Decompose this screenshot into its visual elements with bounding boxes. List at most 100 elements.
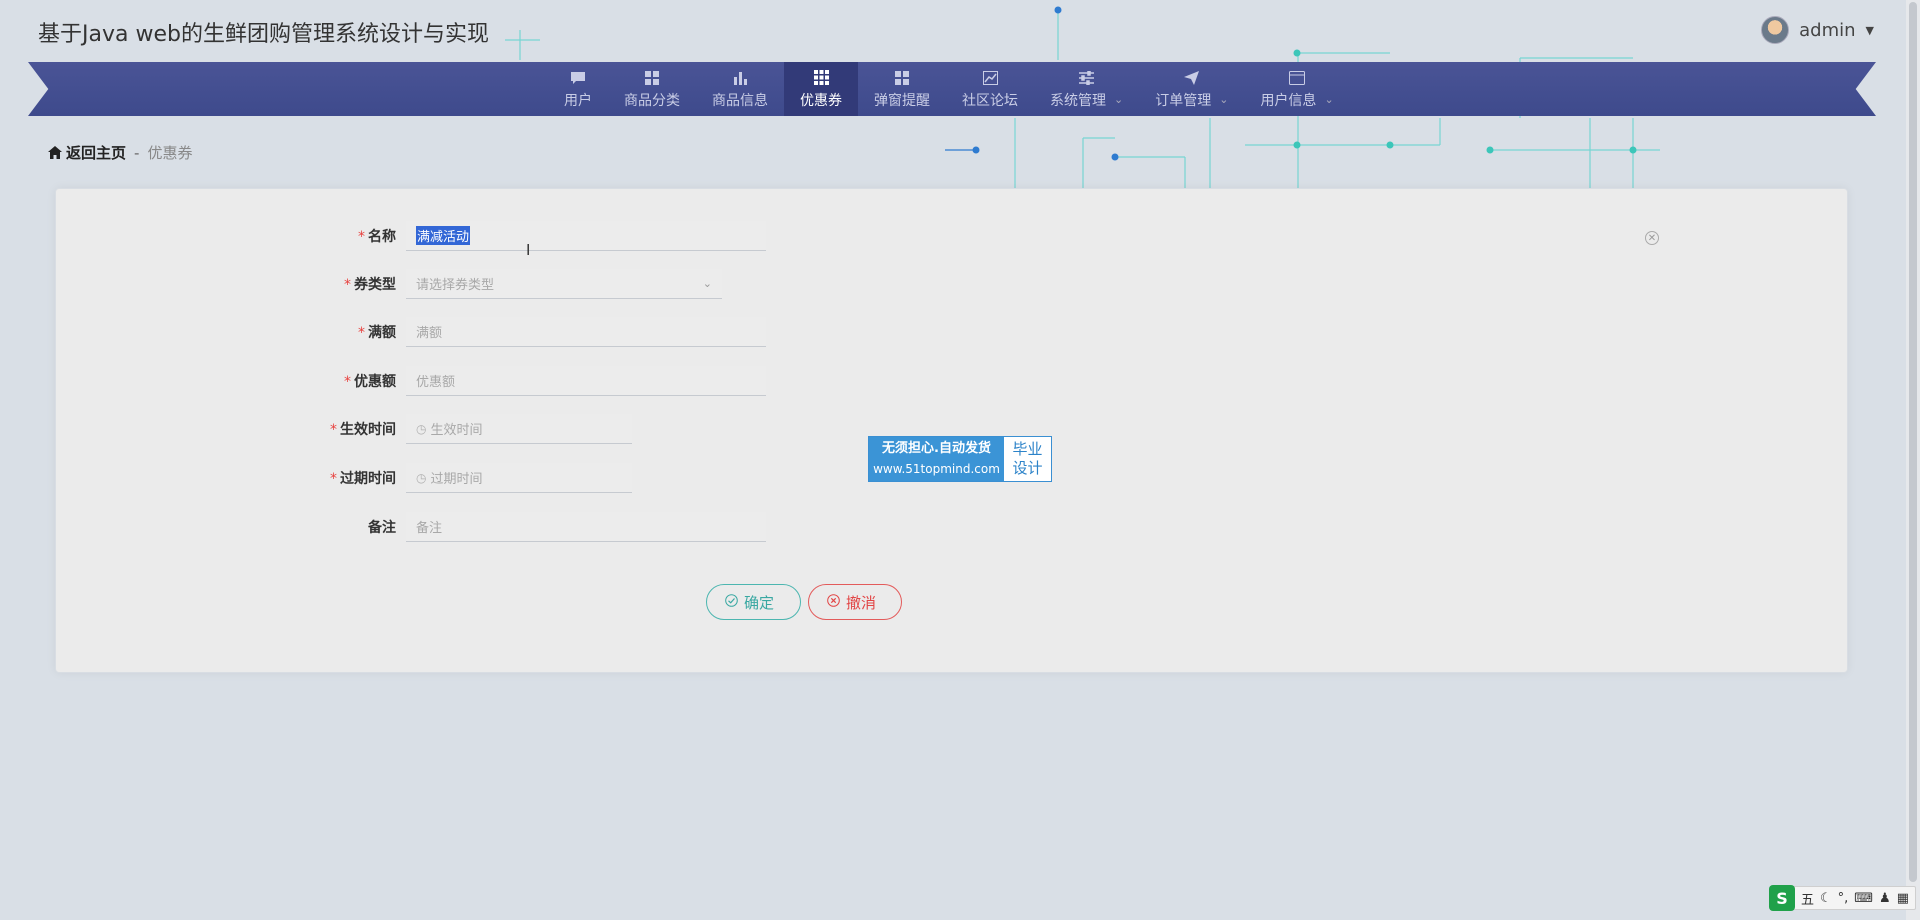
line-chart-icon <box>981 69 999 87</box>
watermark-right: 毕业 设计 <box>1004 437 1051 481</box>
coupon-type-select[interactable]: 请选择券类型 ⌄ <box>406 269 722 299</box>
discount-input[interactable]: 优惠额 <box>406 366 766 396</box>
coupon-type-placeholder: 请选择券类型 <box>416 278 495 293</box>
required-mark: * <box>330 422 337 438</box>
apps-icon[interactable]: ▦ <box>1897 891 1909 906</box>
avatar <box>1761 16 1790 44</box>
nav-item-system[interactable]: 系统管理 ⌄ <box>1034 62 1139 116</box>
home-icon <box>48 146 62 159</box>
remark-label: 备注 <box>56 517 406 537</box>
nav-item-label: 订单管理 <box>1155 92 1212 109</box>
grid-icon <box>643 69 661 87</box>
nav-item-orders[interactable]: 订单管理 ⌄ <box>1139 62 1244 116</box>
expire-time-label-text: 过期时间 <box>340 471 396 487</box>
keyboard-icon[interactable]: ⌨ <box>1854 891 1873 906</box>
name-label-text: 名称 <box>368 229 396 245</box>
nav-item-forum[interactable]: 社区论坛 <box>946 62 1034 116</box>
confirm-button-label: 确定 <box>744 594 775 612</box>
breadcrumb-separator: - <box>134 143 140 162</box>
form-row-name: * 名称 满减活动 <box>56 221 766 251</box>
form-row-threshold: * 满额 满额 <box>56 317 766 347</box>
nav-item-userinfo[interactable]: 用户信息 ⌄ <box>1244 62 1349 116</box>
bar-chart-icon <box>731 69 749 87</box>
coupon-form-panel: ✕ * 名称 满减活动 I * 券类型 请选择券类型 ⌄ * 满额 满额 * 优惠额 优惠… <box>55 188 1848 673</box>
required-mark: * <box>330 471 337 487</box>
remark-placeholder: 备注 <box>416 521 443 536</box>
watermark-right1: 毕业 <box>1012 440 1043 458</box>
threshold-input[interactable]: 满额 <box>406 317 766 347</box>
name-label: * 名称 <box>56 226 406 246</box>
breadcrumb-current: 优惠券 <box>147 144 193 162</box>
moon-icon[interactable]: ☾ <box>1820 891 1832 906</box>
nav-item-label: 商品分类 <box>624 92 680 109</box>
nav-item-label: 用户信息 <box>1260 92 1317 109</box>
clock-icon: ◷ <box>416 470 427 485</box>
name-input[interactable]: 满减活动 <box>406 221 766 251</box>
chevron-down-icon: ⌄ <box>1114 93 1124 106</box>
threshold-label: * 满额 <box>56 322 406 342</box>
page-scrollbar[interactable] <box>1906 0 1920 920</box>
nav-item-label: 弹窗提醒 <box>874 92 930 109</box>
username: admin <box>1799 19 1856 41</box>
remark-label-text: 备注 <box>368 520 396 536</box>
breadcrumb-home-label: 返回主页 <box>66 144 127 162</box>
nav-item-coupon[interactable]: 优惠券 <box>784 62 858 116</box>
watermark-line1: 无须担心.自动发货 <box>882 441 991 456</box>
chevron-down-icon: ⌄ <box>1324 93 1334 106</box>
nav-item-label: 社区论坛 <box>962 92 1018 109</box>
cancel-button[interactable]: 撤消 <box>808 584 902 620</box>
breadcrumb: 返回主页 - 优惠券 <box>48 142 192 163</box>
close-circle-icon[interactable]: ✕ <box>1645 231 1659 245</box>
coupon-type-label: * 券类型 <box>56 274 406 294</box>
discount-label: * 优惠额 <box>56 371 406 391</box>
ime-mode[interactable]: 五 <box>1801 889 1814 908</box>
chevron-down-icon: ⌄ <box>1219 93 1229 106</box>
grid-icon <box>893 69 911 87</box>
caret-down-icon: ▼ <box>1865 23 1874 37</box>
person-icon[interactable]: ♟ <box>1879 891 1891 906</box>
nav-item-label: 优惠券 <box>800 92 842 109</box>
start-time-picker[interactable]: ◷ 生效时间 <box>406 414 632 444</box>
nav-items: 用户 商品分类 商品信息 优惠券 弹窗提醒 社区论坛 系统管理 ⌄ 订单管理 ⌄… <box>548 62 1350 116</box>
check-circle-icon <box>725 593 738 611</box>
required-mark: * <box>344 374 351 390</box>
start-time-label: * 生效时间 <box>56 419 406 439</box>
chat-icon <box>569 69 587 87</box>
send-icon <box>1183 69 1201 87</box>
confirm-button[interactable]: 确定 <box>706 584 801 620</box>
main-nav: 用户 商品分类 商品信息 优惠券 弹窗提醒 社区论坛 系统管理 ⌄ 订单管理 ⌄… <box>28 62 1876 116</box>
nav-item-user[interactable]: 用户 <box>548 62 608 116</box>
required-mark: * <box>344 277 351 293</box>
text-cursor-icon: I <box>526 241 531 259</box>
threshold-label-text: 满额 <box>368 325 396 341</box>
watermark-left: 无须担心.自动发货 www.51topmind.com <box>869 437 1004 481</box>
clock-icon: ◷ <box>416 421 427 436</box>
form-row-coupon-type: * 券类型 请选择券类型 ⌄ <box>56 269 722 299</box>
expire-time-picker[interactable]: ◷ 过期时间 <box>406 463 632 493</box>
discount-placeholder: 优惠额 <box>416 375 456 390</box>
form-row-remark: 备注 备注 <box>56 512 766 542</box>
nav-item-popup[interactable]: 弹窗提醒 <box>858 62 946 116</box>
scrollbar-thumb[interactable] <box>1909 2 1917 882</box>
sogou-logo-icon[interactable]: S <box>1768 885 1795 911</box>
nav-item-category[interactable]: 商品分类 <box>608 62 696 116</box>
user-menu[interactable]: admin ▼ <box>1761 16 1874 44</box>
form-row-expire-time: * 过期时间 ◷ 过期时间 <box>56 463 632 493</box>
start-time-placeholder: 生效时间 <box>430 423 483 438</box>
discount-label-text: 优惠额 <box>354 374 396 390</box>
start-time-label-text: 生效时间 <box>340 422 396 438</box>
required-mark: * <box>358 229 365 245</box>
sliders-icon <box>1078 69 1096 87</box>
close-circle-icon <box>827 593 840 611</box>
watermark-url: www.51topmind.com <box>873 462 1000 476</box>
watermark-right2: 设计 <box>1012 459 1043 477</box>
punctuation-toggle[interactable]: °, <box>1838 891 1849 906</box>
cancel-button-label: 撤消 <box>846 594 877 612</box>
app-title: 基于Java web的生鲜团购管理系统设计与实现 <box>38 22 489 47</box>
breadcrumb-home[interactable]: 返回主页 <box>48 142 126 163</box>
remark-input[interactable]: 备注 <box>406 512 766 542</box>
nav-item-label: 商品信息 <box>712 92 768 109</box>
chevron-down-icon: ⌄ <box>702 277 712 290</box>
nav-item-product[interactable]: 商品信息 <box>696 62 784 116</box>
nav-item-label: 系统管理 <box>1050 92 1106 109</box>
